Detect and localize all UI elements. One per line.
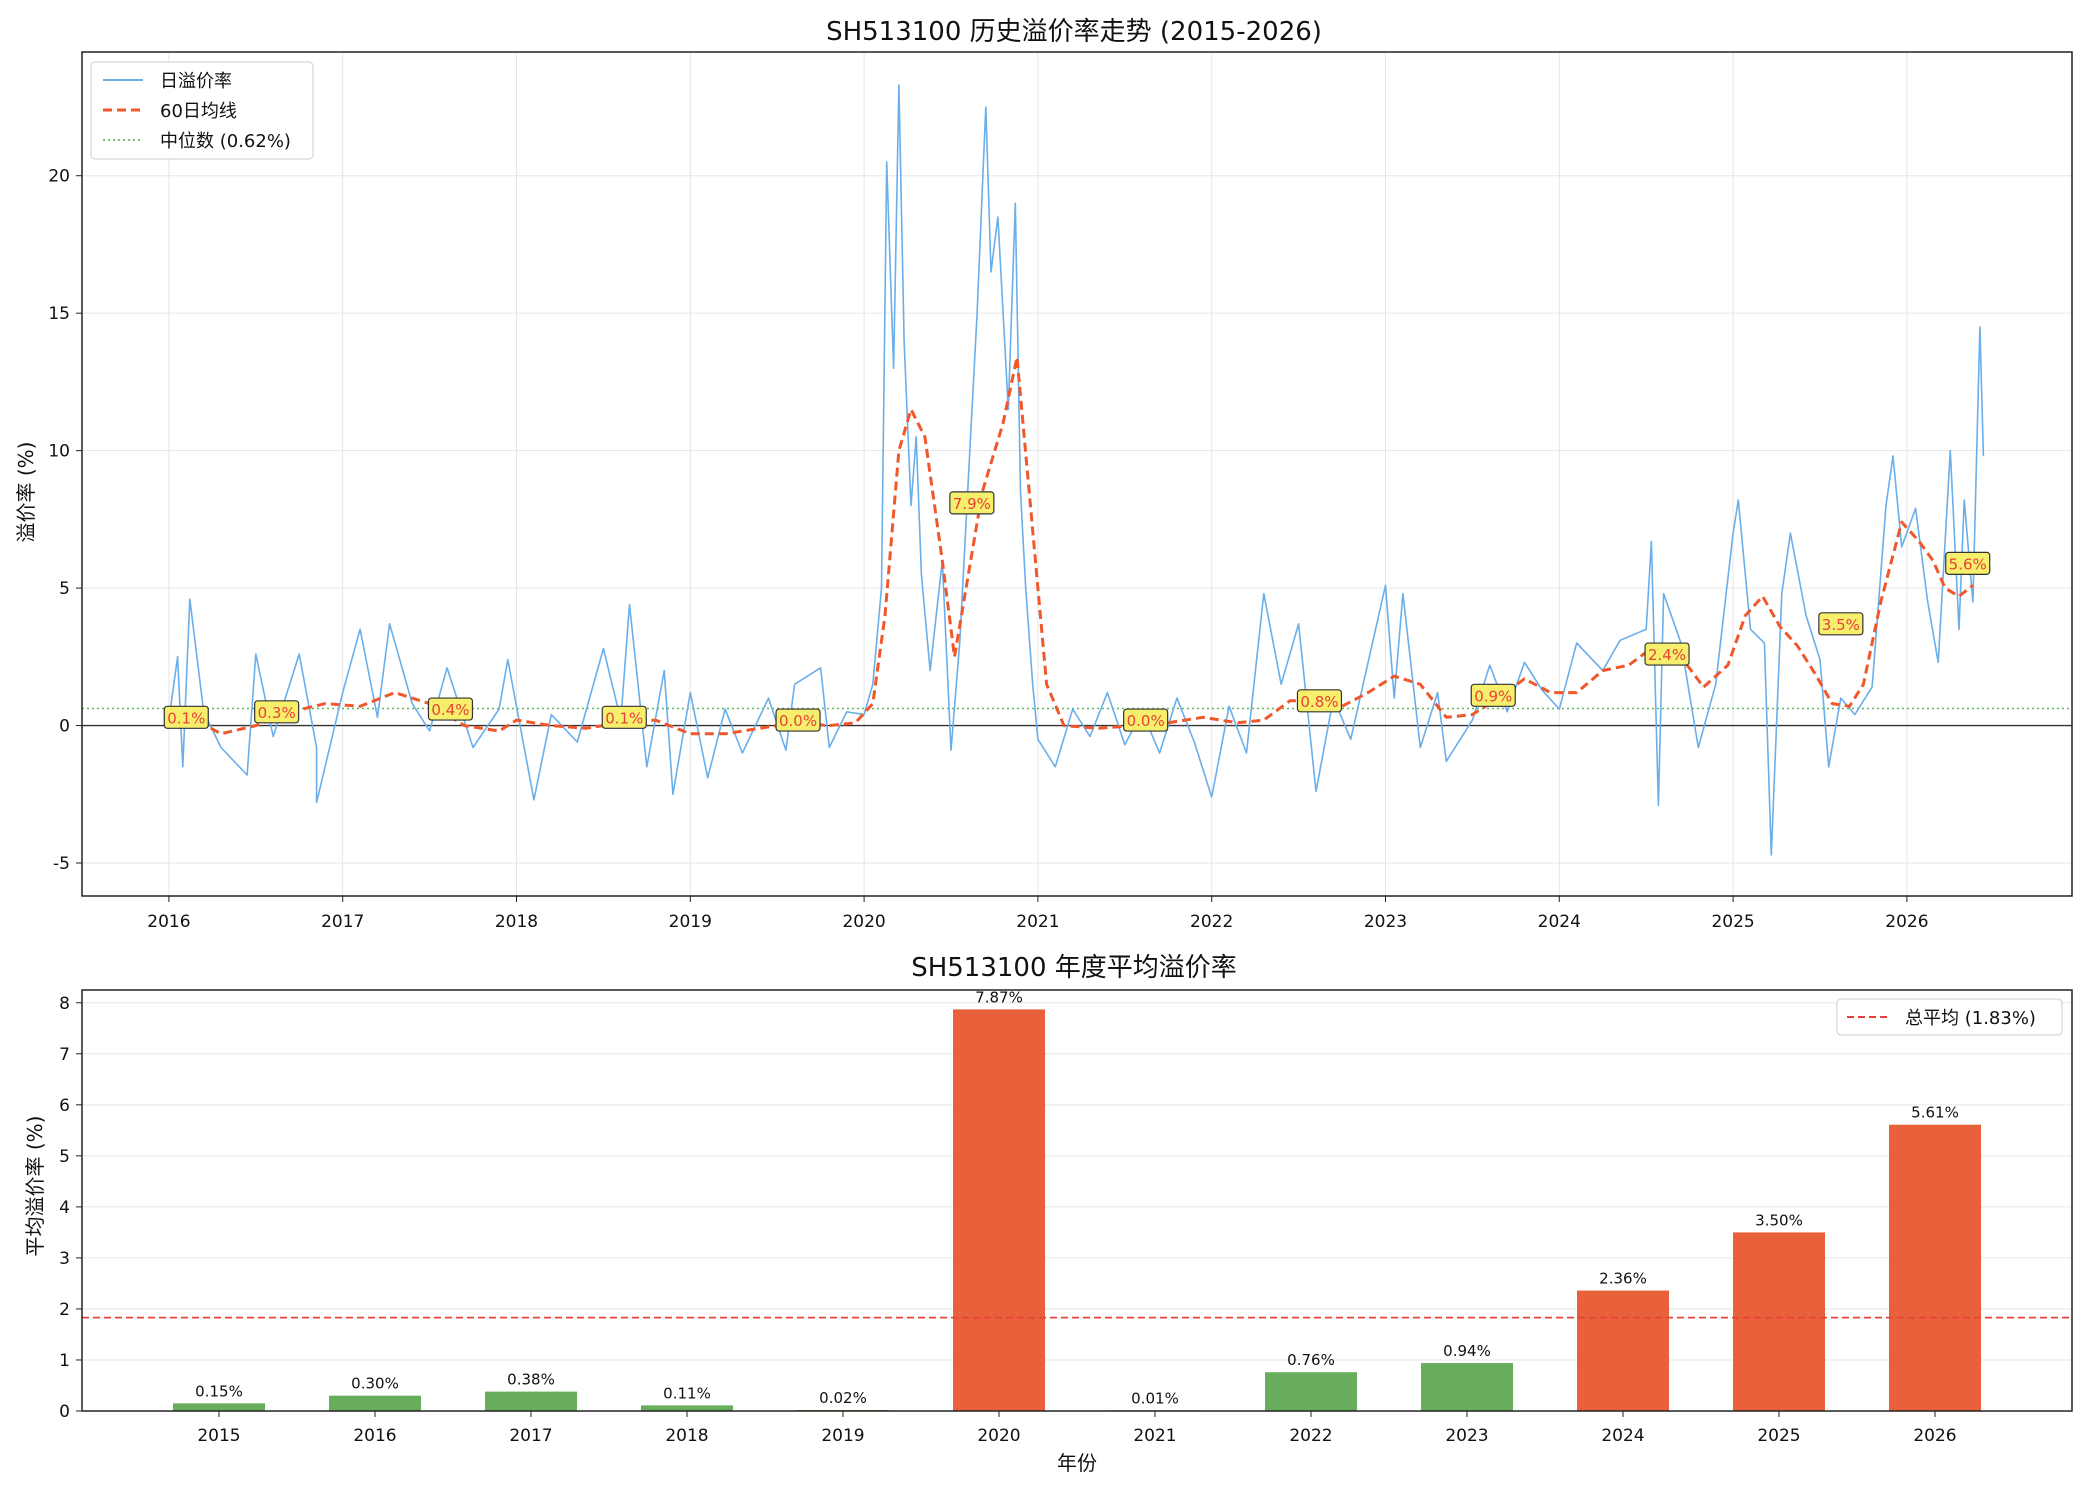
chart2-x-tick-label: 2019 bbox=[821, 1426, 864, 1446]
chart2-bar-value-label: 2.36% bbox=[1599, 1270, 1647, 1288]
chart2-bar-value-label: 5.61% bbox=[1911, 1104, 1959, 1122]
chart2-y-tick-label: 1 bbox=[59, 1351, 70, 1371]
legend-average-label: 总平均 (1.83%) bbox=[1905, 1008, 2036, 1029]
chart2-bar-value-label: 0.11% bbox=[663, 1384, 711, 1402]
legend-median-label: 中位数 (0.62%) bbox=[160, 131, 291, 152]
chart1-x-tick-label: 2020 bbox=[842, 912, 885, 932]
chart2-bar-value-label: 7.87% bbox=[975, 988, 1023, 1006]
chart2-y-tick-label: 0 bbox=[59, 1402, 70, 1422]
chart1-annotation-label: 0.8% bbox=[1300, 693, 1338, 711]
chart1-x-tick-label: 2016 bbox=[147, 912, 190, 932]
chart1-legend: 日溢价率 60日均线 中位数 (0.62%) bbox=[90, 61, 314, 160]
chart1-annotation-label: 0.3% bbox=[258, 704, 296, 722]
chart1-ylabel: 溢价率 (%) bbox=[14, 442, 38, 543]
chart2-x-tick-label: 2016 bbox=[353, 1426, 396, 1446]
chart2-y-tick-label: 3 bbox=[59, 1249, 70, 1269]
chart1-annotation-label: 0.0% bbox=[1127, 712, 1165, 730]
chart2-ylabel: 平均溢价率 (%) bbox=[23, 1116, 47, 1257]
chart2-x-tick-label: 2021 bbox=[1133, 1426, 1176, 1446]
chart1-y-tick-label: 20 bbox=[48, 167, 70, 187]
chart2-bar bbox=[485, 1391, 577, 1411]
chart2-y-tick-label: 4 bbox=[59, 1198, 70, 1218]
chart1-y-tick-label: 5 bbox=[59, 579, 70, 599]
legend-ma-label: 60日均线 bbox=[160, 101, 237, 122]
chart2-bar bbox=[329, 1395, 421, 1411]
chart1-y-tick-label: 10 bbox=[48, 442, 70, 462]
chart2-bar bbox=[1265, 1372, 1357, 1411]
chart2-x-tick-label: 2015 bbox=[197, 1426, 240, 1446]
chart2-legend: 总平均 (1.83%) bbox=[1836, 998, 2063, 1036]
chart2-x-tick-label: 2017 bbox=[509, 1426, 552, 1446]
chart2-bar bbox=[641, 1405, 733, 1411]
chart2-bar-value-label: 0.76% bbox=[1287, 1351, 1335, 1369]
chart1-x-tick-label: 2018 bbox=[495, 912, 538, 932]
chart1-x-tick-label: 2025 bbox=[1711, 912, 1754, 932]
chart1-annotation-label: 0.1% bbox=[605, 709, 643, 727]
legend-daily-label: 日溢价率 bbox=[160, 71, 232, 92]
chart2-bar-value-label: 0.30% bbox=[351, 1375, 399, 1393]
chart2-bar-value-label: 3.50% bbox=[1755, 1211, 1803, 1229]
chart1-x-tick-label: 2021 bbox=[1016, 912, 1059, 932]
chart1-x-tick-label: 2019 bbox=[669, 912, 712, 932]
chart2-x-tick-label: 2024 bbox=[1601, 1426, 1644, 1446]
chart2-bar-value-label: 0.15% bbox=[195, 1382, 243, 1400]
chart2-bar-value-label: 0.01% bbox=[1131, 1389, 1179, 1407]
chart1-annotation-label: 0.9% bbox=[1474, 687, 1512, 705]
chart1-annotation-label: 5.6% bbox=[1949, 555, 1987, 573]
chart2-y-tick-label: 2 bbox=[59, 1300, 70, 1320]
chart1-x-tick-label: 2023 bbox=[1364, 912, 1407, 932]
chart2-x-tick-label: 2025 bbox=[1757, 1426, 1800, 1446]
chart2-x-tick-label: 2026 bbox=[1913, 1426, 1956, 1446]
chart1-x-tick-label: 2017 bbox=[321, 912, 364, 932]
chart1-annotation-label: 3.5% bbox=[1822, 616, 1860, 634]
chart1-y-tick-label: 15 bbox=[48, 304, 70, 324]
chart2-bar bbox=[1733, 1232, 1825, 1411]
chart2-xlabel: 年份 bbox=[1057, 1451, 1097, 1475]
chart1-title: SH513100 历史溢价率走势 (2015-2026) bbox=[826, 17, 1322, 47]
chart2-x-tick-label: 2018 bbox=[665, 1426, 708, 1446]
chart1-y-tick-label: 0 bbox=[59, 717, 70, 737]
chart2-x-tick-label: 2022 bbox=[1289, 1426, 1332, 1446]
chart2-y-tick-label: 7 bbox=[59, 1045, 70, 1065]
chart2-bar bbox=[173, 1403, 265, 1411]
chart2-bar bbox=[953, 1009, 1045, 1411]
chart1-y-tick-label: -5 bbox=[53, 854, 70, 874]
chart1-annotation-label: 0.1% bbox=[167, 709, 205, 727]
chart2-bar-value-label: 0.02% bbox=[819, 1389, 867, 1407]
chart1-annotation-label: 7.9% bbox=[953, 495, 991, 513]
chart2-y-tick-label: 6 bbox=[59, 1096, 70, 1116]
figure: SH513100 历史溢价率走势 (2015-2026) 溢价率 (%) 201… bbox=[0, 0, 2088, 1486]
chart2-x-tick-label: 2023 bbox=[1445, 1426, 1488, 1446]
chart2-y-tick-label: 8 bbox=[59, 994, 70, 1014]
chart1-x-tick-label: 2024 bbox=[1538, 912, 1581, 932]
chart1-annotation-label: 0.0% bbox=[779, 712, 817, 730]
chart1-annotation-label: 2.4% bbox=[1648, 646, 1686, 664]
chart2-x-tick-label: 2020 bbox=[977, 1426, 1020, 1446]
chart2-title: SH513100 年度平均溢价率 bbox=[911, 953, 1237, 983]
chart2-bar bbox=[1889, 1124, 1981, 1411]
chart2-bar bbox=[1577, 1290, 1669, 1411]
chart1-x-tick-label: 2026 bbox=[1885, 912, 1928, 932]
chart1-x-tick-label: 2022 bbox=[1190, 912, 1233, 932]
chart2-bar bbox=[1421, 1363, 1513, 1411]
chart2-bar-value-label: 0.38% bbox=[507, 1371, 555, 1389]
chart1-annotation-label: 0.4% bbox=[431, 701, 469, 719]
chart2-bar-value-label: 0.94% bbox=[1443, 1342, 1491, 1360]
chart2-y-tick-label: 5 bbox=[59, 1147, 70, 1167]
